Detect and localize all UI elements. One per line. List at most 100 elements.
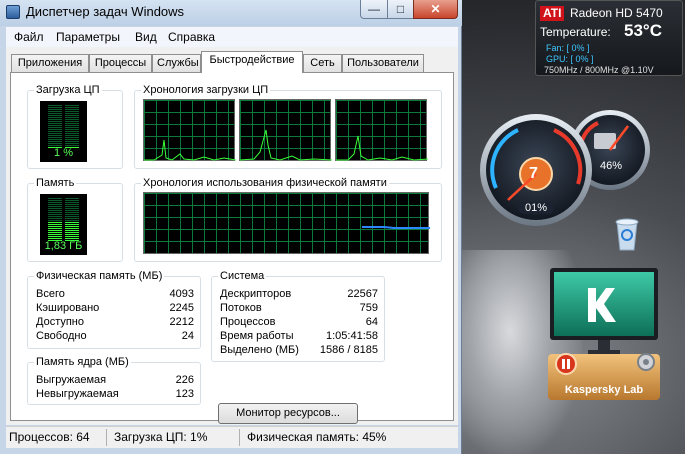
meter-bar-unlit [65,121,79,122]
maximize-button[interactable]: □ [387,0,414,19]
resource-monitor-button[interactable]: Монитор ресурсов... [218,403,358,424]
pause-icon-bar-left [562,359,565,369]
tab-network[interactable]: Сеть [303,54,342,72]
meter-bar-unlit [65,105,79,106]
minimize-button[interactable]: — [360,0,388,19]
cpu-history-graph-core-1 [143,99,236,161]
system-row-threads: Потоков 759 [220,301,378,315]
meter-bar-lit [48,226,62,227]
performance-tab-page: Загрузка ЦП 1 % Хронология загрузки ЦП П… [10,72,454,424]
meter-bar-unlit [65,113,79,114]
memory-history-graph [143,192,430,254]
meter-bar-unlit [48,135,62,136]
memory-group: Память 1,83 ГБ [27,177,123,262]
meter-bar-unlit [48,218,62,219]
meter-bar-unlit [65,204,79,205]
menu-file[interactable]: Файл [14,30,44,44]
meter-bar-lit [65,230,79,231]
meter-bar-unlit [65,216,79,217]
row-value: 24 [181,330,194,342]
memory-value: 1,83 ГБ [44,240,83,252]
ati-model: Radeon HD 5470 [570,6,663,20]
tab-processes[interactable]: Процессы [89,54,152,72]
menu-view[interactable]: Вид [135,30,157,44]
cpu-history-group: Хронология загрузки ЦП [134,84,442,169]
row-value: 4093 [169,288,194,300]
title-bar[interactable]: Диспетчер задач Windows — □ ✕ [0,0,462,26]
meter-bar-unlit [48,206,62,207]
row-value: 2245 [169,302,194,314]
tab-performance[interactable]: Быстродействие [201,51,303,73]
meter-bar-unlit [65,107,79,108]
meter-bar-unlit [48,121,62,122]
physical-memory-group: Физическая память (МБ) Всего 4093 Кэширо… [27,270,201,349]
status-memory: Физическая память: 45% [247,430,387,444]
row-value: 1:05:41:58 [326,330,378,342]
ati-temperature-value: 53°C [624,21,662,40]
recycle-bin-icon[interactable] [612,214,642,252]
meter-bar-unlit [65,133,79,134]
meter-bar-unlit [65,210,79,211]
pause-icon-bar-right [567,359,570,369]
physical-memory-row-available: Доступно 2212 [36,315,194,329]
cpu-history-line-1 [144,139,236,161]
memory-history-line [362,226,430,229]
row-label: Доступно [36,316,85,328]
close-button[interactable]: ✕ [413,0,458,19]
row-label: Невыгружаемая [36,388,119,400]
meter-bar-unlit [48,123,62,124]
physical-memory-title: Физическая память (МБ) [34,270,165,282]
meter-bar-unlit [48,198,62,199]
kaspersky-gadget[interactable]: Kaspersky Lab [548,268,660,408]
meter-bar-unlit [48,113,62,114]
menu-help[interactable]: Справка [168,30,215,44]
menu-options[interactable]: Параметры [56,30,120,44]
row-label: Выгружаемая [36,374,107,386]
meter-bar-lit [65,238,79,239]
meter-bar-unlit [48,127,62,128]
status-bar: Процессов: 64 Загрузка ЦП: 1% Физическая… [6,426,458,448]
row-value: 759 [359,302,378,314]
physical-memory-row-cached: Кэшировано 2245 [36,301,194,315]
meter-bar-unlit [65,214,79,215]
row-value: 22567 [347,288,378,300]
meter-bar-unlit [65,129,79,130]
meter-bar-unlit [48,210,62,211]
meter-bar-lit [48,232,62,233]
meter-bar-unlit [65,115,79,116]
meter-bar-unlit [65,123,79,124]
meter-bar-lit [48,228,62,229]
ati-gadget[interactable]: ATI Radeon HD 5470 Temperature: 53°C Fan… [535,0,683,76]
cpu-meter-bars [48,105,79,148]
meter-bar-unlit [65,117,79,118]
system-row-handles: Дескрипторов 22567 [220,287,378,301]
status-cpu: Загрузка ЦП: 1% [114,430,208,444]
kernel-memory-group: Память ядра (МБ) Выгружаемая 226 Невыгру… [27,356,201,405]
meter-bar-unlit [48,137,62,138]
meter-bar-unlit [48,107,62,108]
row-label: Процессов [220,316,276,328]
meter-bar-unlit [65,119,79,120]
row-label: Свободно [36,330,87,342]
meter-bar-unlit [65,137,79,138]
row-label: Кэшировано [36,302,100,314]
kaspersky-label: Kaspersky Lab [564,384,644,396]
meter-bar-unlit [65,208,79,209]
meter-bar-lit [65,232,79,233]
meter-bar-lit [48,238,62,239]
tab-applications[interactable]: Приложения [11,54,89,72]
memory-meter-bars [48,198,79,241]
meter-bar-unlit [65,145,79,146]
meter-bar-unlit [65,198,79,199]
meter-bar-unlit [65,139,79,140]
task-manager-app-icon [6,5,20,19]
meter-bar-unlit [48,143,62,144]
meter-bar-unlit [48,214,62,215]
cpu-usage-value: 1 % [54,147,73,159]
meter-bar-unlit [48,117,62,118]
row-value: 123 [175,388,194,400]
tab-users[interactable]: Пользователи [342,54,424,72]
tab-services[interactable]: Службы [152,54,201,72]
cpu-usage-group: Загрузка ЦП 1 % [27,84,123,169]
cpu-meter-memory-percent: 46% [599,160,623,172]
